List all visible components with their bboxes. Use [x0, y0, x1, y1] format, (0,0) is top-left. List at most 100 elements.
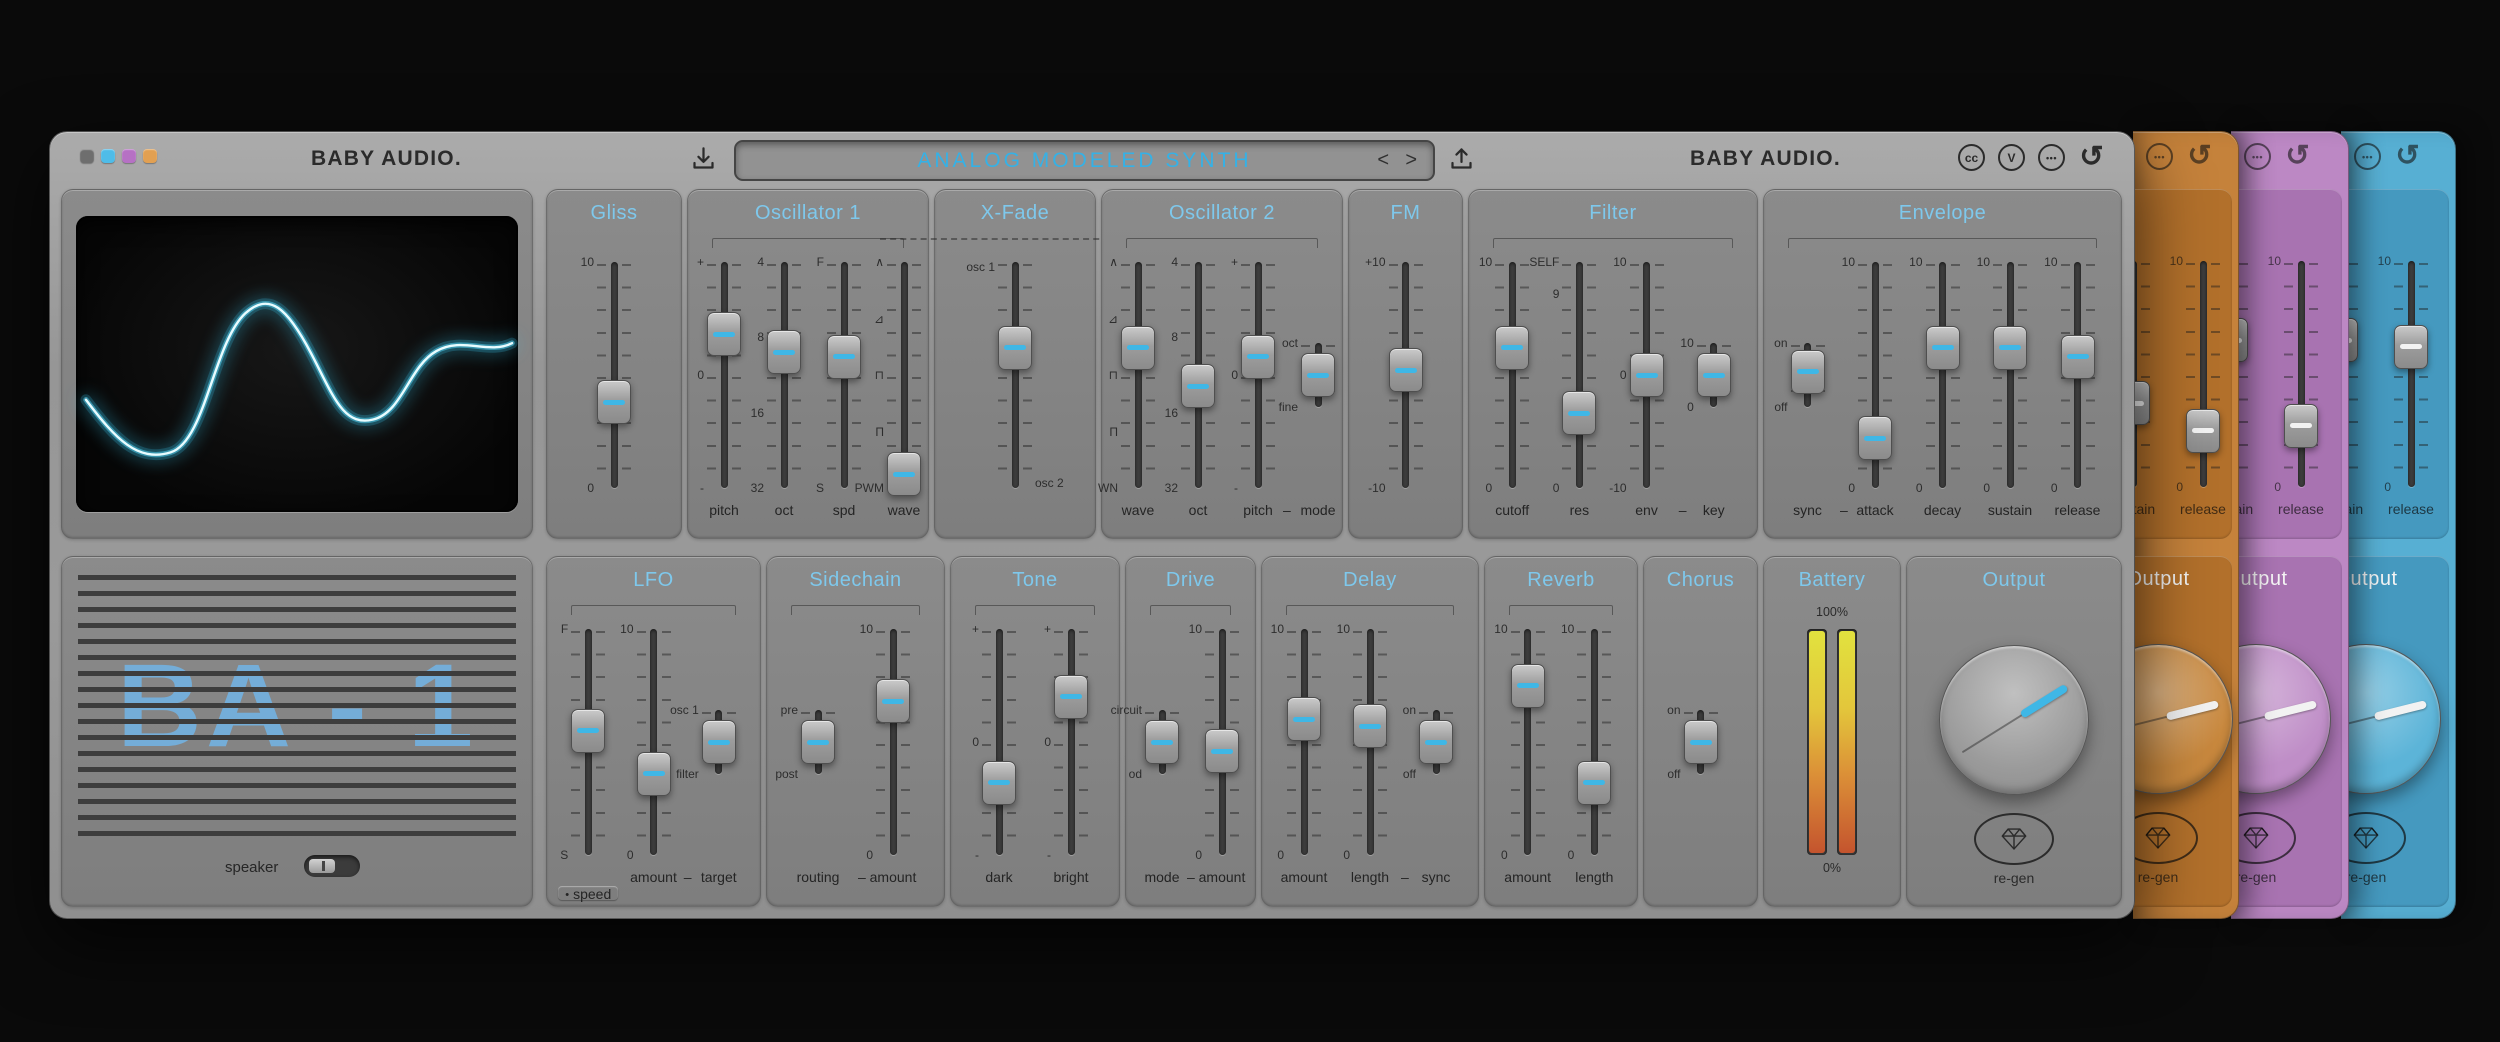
- slider-handle-dark[interactable]: [982, 761, 1016, 805]
- undo-icon[interactable]: ↺: [2078, 144, 2105, 171]
- slider-track[interactable]: [1301, 629, 1308, 855]
- preset-bar[interactable]: ANALOG MODELED SYNTH < >: [734, 140, 1435, 181]
- slider-track[interactable]: [1012, 262, 1019, 488]
- undo-icon[interactable]: ↺: [2394, 143, 2421, 170]
- slider-handle-release[interactable]: [2061, 335, 2095, 379]
- load-preset-icon[interactable]: [1448, 145, 1475, 172]
- prev-preset-icon[interactable]: <: [1377, 142, 1389, 179]
- more-options-icon[interactable]: •••: [2244, 143, 2271, 170]
- slider-handle-sc-routing[interactable]: [801, 720, 835, 764]
- slider-handle-orange-release[interactable]: [2186, 409, 2220, 453]
- slider-handle-lfo-amount[interactable]: [637, 752, 671, 796]
- slider-track[interactable]: [1576, 262, 1583, 488]
- window-dot-orange[interactable]: [143, 149, 157, 163]
- more-options-icon[interactable]: •••: [2354, 143, 2381, 170]
- more-options-icon[interactable]: •••: [2146, 143, 2173, 170]
- more-options-icon[interactable]: •••: [2038, 144, 2065, 171]
- window-dot-gray[interactable]: [80, 149, 94, 163]
- output-knob[interactable]: [2341, 644, 2441, 794]
- tick-marks: [1577, 631, 1586, 853]
- slider-handle-osc2-pitch[interactable]: [1241, 335, 1275, 379]
- module-reverb: Reverb100100amountlength: [1484, 556, 1638, 907]
- slider-handle-gliss[interactable]: [597, 380, 631, 424]
- slider-handle-osc1-pitch[interactable]: [707, 312, 741, 356]
- undo-icon[interactable]: ↺: [2186, 143, 2213, 170]
- slider-handle-delay-amount[interactable]: [1287, 697, 1321, 741]
- slider-track[interactable]: [1509, 262, 1516, 488]
- save-preset-icon[interactable]: [690, 145, 717, 172]
- slider-handle-delay-length[interactable]: [1353, 704, 1387, 748]
- slider-handle-decay[interactable]: [1926, 326, 1960, 370]
- slider-handle-cutoff[interactable]: [1495, 326, 1529, 370]
- slider-handle-sc-amount[interactable]: [876, 679, 910, 723]
- slider-handle-osc1-oct[interactable]: [767, 330, 801, 374]
- slider-track[interactable]: [1939, 262, 1946, 488]
- output-sliver: Outputre-gen: [2133, 556, 2232, 907]
- window-dot-purple[interactable]: [122, 149, 136, 163]
- window-dot-blue[interactable]: [101, 149, 115, 163]
- cc-icon[interactable]: cc: [1958, 144, 1985, 171]
- speaker-toggle-handle[interactable]: [309, 859, 335, 873]
- slider-handle-orange-sustain[interactable]: [2133, 381, 2150, 425]
- slider-handle-reverb-amount[interactable]: [1511, 664, 1545, 708]
- slider-handle-sustain[interactable]: [1993, 326, 2027, 370]
- output-knob[interactable]: [2133, 644, 2233, 794]
- slider-handle-drive-amount[interactable]: [1205, 729, 1239, 773]
- scale-label: 8: [1171, 330, 1178, 344]
- slider-handle-osc2-wave[interactable]: [1121, 326, 1155, 370]
- slider-track[interactable]: [2007, 262, 2014, 488]
- slider-track[interactable]: [2408, 261, 2415, 487]
- output-knob[interactable]: [2231, 644, 2331, 794]
- slider-handle-purple-release[interactable]: [2284, 404, 2318, 448]
- slider-handle-delay-sync[interactable]: [1419, 720, 1453, 764]
- slider-handle-chorus[interactable]: [1684, 720, 1718, 764]
- slider-track[interactable]: [890, 629, 897, 855]
- slider-handle-bright[interactable]: [1054, 675, 1088, 719]
- slider-track[interactable]: [996, 629, 1003, 855]
- slider-track[interactable]: [1068, 629, 1075, 855]
- slider-handle-blue-release[interactable]: [2394, 325, 2428, 369]
- slider-handle-sync[interactable]: [1791, 350, 1825, 394]
- scale-label: off: [1403, 767, 1416, 781]
- slider-track[interactable]: [1524, 629, 1531, 855]
- slider-track[interactable]: [611, 262, 618, 488]
- slider-track[interactable]: [2298, 261, 2305, 487]
- re-gen-button[interactable]: [2341, 812, 2406, 864]
- undo-icon[interactable]: ↺: [2284, 143, 2311, 170]
- slider-handle-fm[interactable]: [1389, 348, 1423, 392]
- slider-handle-env[interactable]: [1630, 353, 1664, 397]
- slider-handle-lfo-speed[interactable]: [571, 709, 605, 753]
- slider-track[interactable]: [1135, 262, 1142, 488]
- slider-track[interactable]: [1591, 629, 1598, 855]
- slider-handle-key[interactable]: [1697, 353, 1731, 397]
- next-preset-icon[interactable]: >: [1405, 142, 1417, 179]
- slider-handle-reverb-length[interactable]: [1577, 761, 1611, 805]
- slider-handle-osc2-mode[interactable]: [1301, 353, 1335, 397]
- scale-label: F: [817, 255, 824, 269]
- slider-handle-lfo-target[interactable]: [702, 720, 736, 764]
- slider-handle-attack[interactable]: [1858, 416, 1892, 460]
- slider-handle-res[interactable]: [1562, 391, 1596, 435]
- slider-handle-drive-mode[interactable]: [1145, 720, 1179, 764]
- scale-label: 10: [1189, 622, 1202, 636]
- scale-label: post: [775, 767, 798, 781]
- slider-track[interactable]: [650, 629, 657, 855]
- scale-label: 10: [620, 622, 633, 636]
- speaker-toggle[interactable]: [304, 855, 360, 877]
- re-gen-button[interactable]: [2231, 812, 2296, 864]
- cascaded-window-blue[interactable]: •••↺100sustain100releaseOutputre-gen: [2341, 131, 2456, 919]
- output-knob[interactable]: [1939, 645, 2089, 795]
- scale-label: 16: [1165, 406, 1178, 420]
- slider-track[interactable]: [2200, 261, 2207, 487]
- re-gen-button[interactable]: [2133, 812, 2198, 864]
- slider-handle-osc2-oct[interactable]: [1181, 364, 1215, 408]
- cascaded-window-purple[interactable]: •••↺100sustain100releaseOutputre-gen: [2231, 131, 2349, 919]
- slider-handle-osc1-spd[interactable]: [827, 335, 861, 379]
- re-gen-button[interactable]: [1974, 813, 2054, 865]
- slider-handle-osc1-wave[interactable]: [887, 452, 921, 496]
- cascaded-window-orange[interactable]: •••↺100sustain100releaseOutputre-gen: [2133, 131, 2239, 919]
- slider-handle-xfade[interactable]: [998, 326, 1032, 370]
- slider-track[interactable]: [721, 262, 728, 488]
- slider-track[interactable]: [781, 262, 788, 488]
- version-icon[interactable]: V: [1998, 144, 2025, 171]
